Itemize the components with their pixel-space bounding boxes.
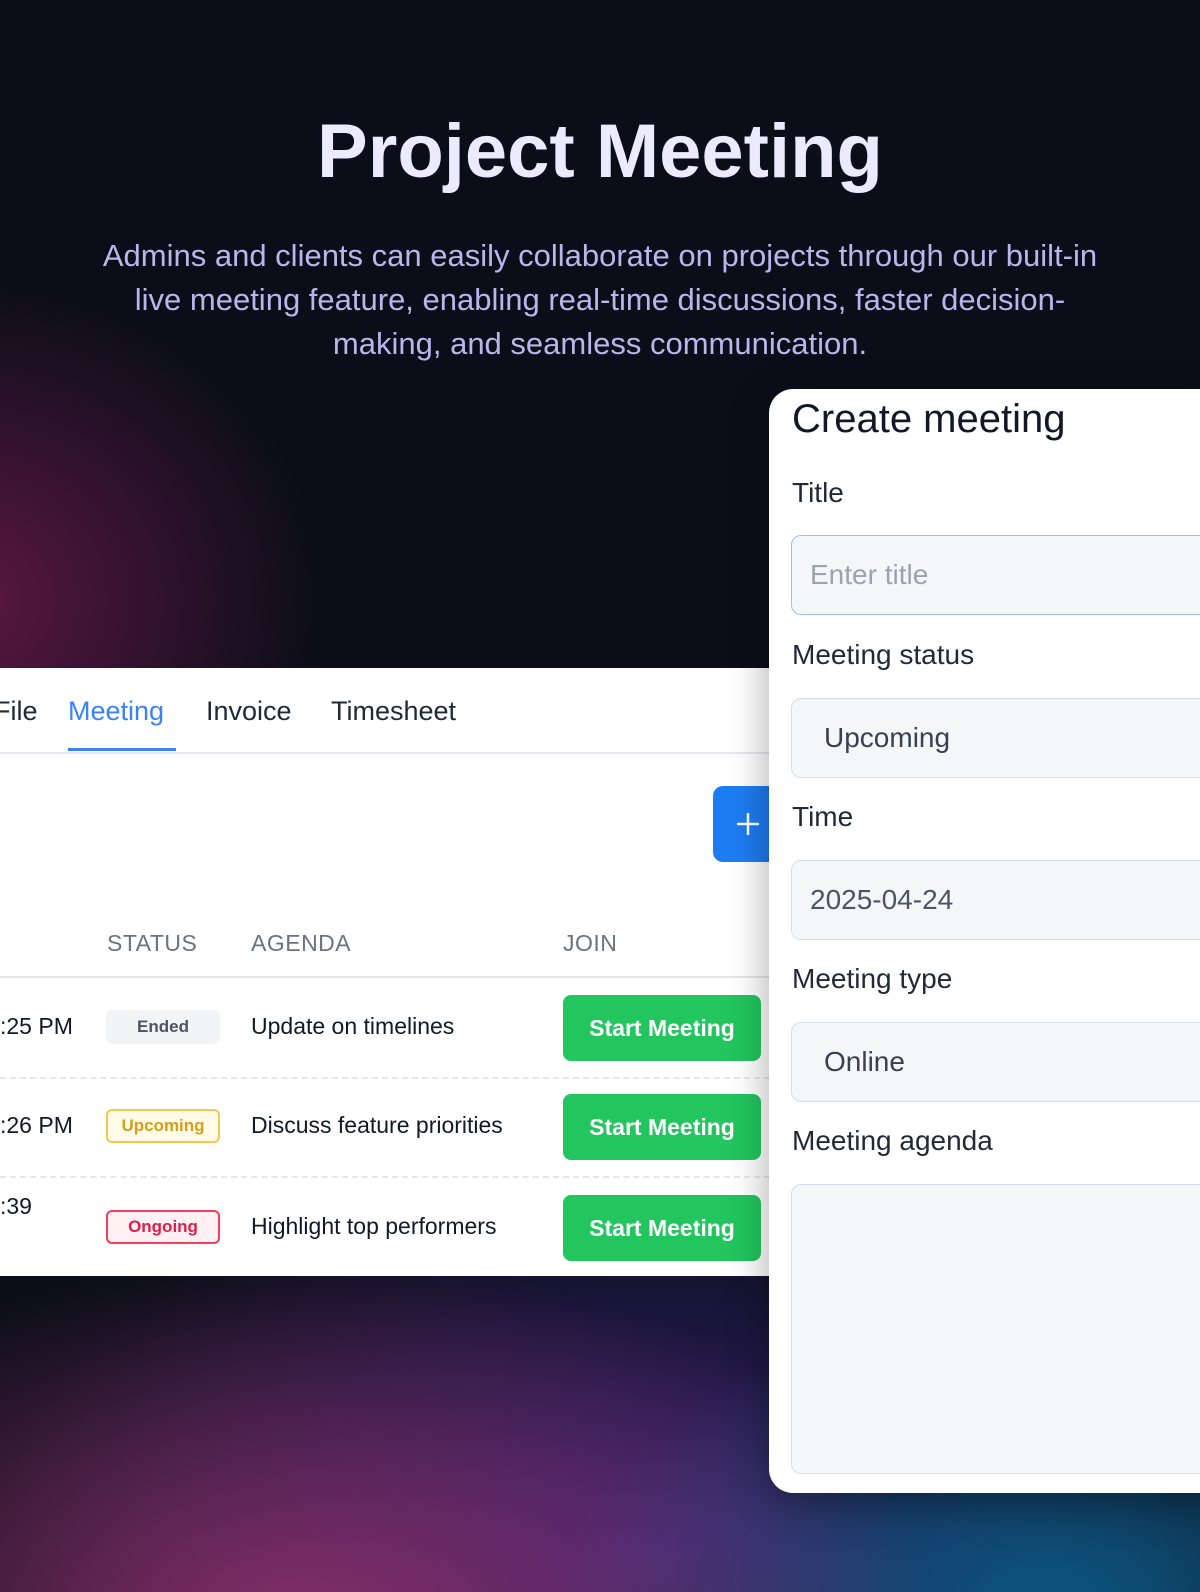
meeting-type-select[interactable]: Online [791, 1022, 1200, 1102]
page-title: Project Meeting [317, 109, 883, 194]
plus-icon [737, 813, 759, 835]
status-badge: Upcoming [106, 1109, 220, 1143]
meeting-agenda-textarea[interactable] [791, 1184, 1200, 1474]
start-meeting-button[interactable]: Start Meeting [563, 995, 761, 1061]
active-tab-indicator [68, 748, 176, 751]
row-divider [0, 1077, 770, 1079]
meeting-status-label: Meeting status [792, 639, 975, 670]
tab-meeting[interactable]: Meeting [68, 696, 164, 727]
meeting-time: :26 PM [0, 1112, 73, 1138]
modal-title: Create meeting [792, 397, 1066, 441]
status-badge: Ongoing [106, 1210, 220, 1244]
create-meeting-modal: Create meeting Title Enter title Meeting… [769, 389, 1200, 1493]
start-meeting-button[interactable]: Start Meeting [563, 1195, 761, 1261]
start-meeting-button[interactable]: Start Meeting [563, 1094, 761, 1160]
meeting-time: :39 [0, 1193, 32, 1219]
tab-timesheet[interactable]: Timesheet [331, 696, 456, 727]
meeting-agenda: Discuss feature priorities [251, 1112, 503, 1138]
header-divider [0, 976, 770, 978]
meeting-time: :25 PM [0, 1013, 73, 1039]
tab-bar: File Meeting Invoice Timesheet [0, 668, 770, 754]
meeting-status-select[interactable]: Upcoming [791, 698, 1200, 778]
time-input[interactable]: 2025-04-24 [791, 860, 1200, 940]
column-header-agenda: AGENDA [251, 930, 352, 956]
status-badge: Ended [106, 1010, 220, 1044]
page-description: Admins and clients can easily collaborat… [102, 238, 1098, 361]
meeting-agenda: Highlight top performers [251, 1213, 497, 1239]
tab-invoice[interactable]: Invoice [206, 696, 292, 727]
title-label: Title [792, 477, 844, 508]
meeting-agenda-label: Meeting agenda [792, 1125, 993, 1156]
meeting-type-label: Meeting type [792, 963, 953, 994]
meeting-agenda: Update on timelines [251, 1013, 455, 1039]
row-divider [0, 1176, 770, 1178]
column-header-join: JOIN [563, 930, 618, 956]
time-label: Time [792, 801, 854, 832]
column-header-status: STATUS [107, 930, 198, 956]
title-input[interactable]: Enter title [791, 535, 1200, 615]
tab-file[interactable]: File [0, 696, 38, 727]
meetings-panel: File Meeting Invoice Timesheet STATUS AG… [0, 668, 793, 1276]
